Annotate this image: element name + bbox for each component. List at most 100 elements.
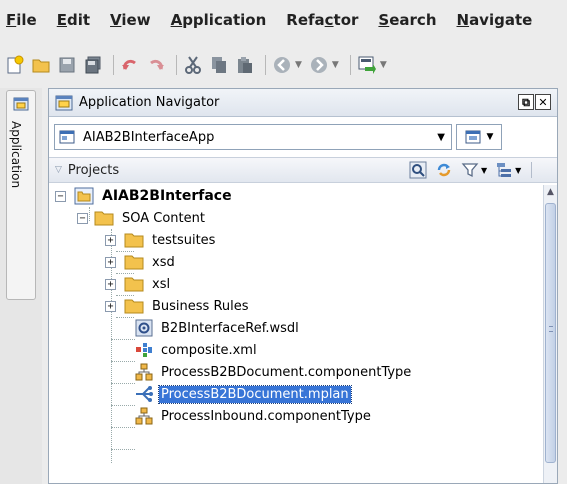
scroll-up-icon[interactable]: ▲ — [545, 187, 556, 199]
close-button[interactable]: ✕ — [535, 94, 551, 110]
menu-search[interactable]: Search — [378, 11, 436, 29]
tree-connector — [111, 427, 135, 428]
search-icon — [409, 161, 427, 179]
sql-worksheet-icon — [358, 56, 376, 74]
application-select[interactable]: AIAB2BInterfaceApp ▼ — [54, 124, 452, 150]
main-toolbar: ▼ ▼ ▼ — [0, 48, 567, 82]
back-dropdown-icon[interactable]: ▼ — [295, 60, 302, 70]
filter-dropdown-icon[interactable]: ▼ — [481, 166, 487, 175]
filter-button[interactable] — [461, 161, 479, 179]
tree-item-project[interactable]: − AIAB2BInterface — [55, 185, 234, 207]
collapse-arrow-icon: ▽ — [55, 165, 62, 175]
toolbar-separator — [349, 55, 351, 75]
save-button[interactable] — [56, 54, 78, 76]
sql-dropdown-icon[interactable]: ▼ — [380, 60, 387, 70]
back-button[interactable] — [271, 54, 293, 76]
menu-bar: File Edit View Application Refactor Sear… — [0, 0, 567, 40]
mplan-icon — [136, 386, 153, 402]
undo-icon — [122, 59, 136, 70]
tree-item-file[interactable]: B2BInterfaceRef.wsdl — [135, 317, 301, 339]
panel-title-bar: Application Navigator ⧉ ✕ — [49, 89, 557, 117]
toolbar-separator — [265, 55, 266, 75]
tree-item-folder[interactable]: + xsd — [105, 251, 177, 273]
menu-view[interactable]: View — [110, 11, 151, 29]
tree-item-file[interactable]: ProcessInbound.componentType — [135, 405, 373, 427]
menu-navigate[interactable]: Navigate — [457, 11, 533, 29]
expand-toggle[interactable]: + — [105, 256, 116, 268]
save-all-icon — [85, 56, 101, 74]
new-icon — [7, 55, 24, 74]
folder-icon — [124, 277, 144, 292]
menu-file[interactable]: File — [6, 11, 37, 29]
working-sets-dropdown-icon[interactable]: ▼ — [515, 166, 521, 175]
expand-toggle[interactable]: + — [105, 300, 116, 312]
tree-item-file[interactable]: composite.xml — [135, 339, 259, 361]
collapse-toggle[interactable]: − — [55, 190, 66, 202]
folder-icon — [124, 255, 144, 270]
paste-icon — [238, 57, 252, 73]
tab-application[interactable]: Application — [6, 90, 36, 300]
refresh-button[interactable] — [435, 161, 453, 179]
panel-title: Application Navigator — [79, 95, 220, 110]
redo-icon — [150, 59, 164, 70]
chevron-down-icon: ▼ — [486, 132, 494, 142]
menu-application[interactable]: Application — [171, 11, 267, 29]
collapse-toggle[interactable]: − — [77, 212, 88, 224]
application-name: AIAB2BInterfaceApp — [83, 129, 215, 145]
tree-item-label: B2BInterfaceRef.wsdl — [161, 320, 299, 336]
folder-icon — [124, 299, 144, 314]
sql-worksheet-button[interactable] — [356, 54, 378, 76]
tree-connector — [116, 317, 134, 318]
chevron-down-icon: ▼ — [437, 132, 445, 143]
menu-edit[interactable]: Edit — [57, 11, 90, 29]
redo-button[interactable] — [145, 54, 167, 76]
forward-button[interactable] — [308, 54, 330, 76]
scrollbar-thumb[interactable] — [545, 203, 556, 463]
undo-button[interactable] — [119, 54, 141, 76]
tree-item-folder[interactable]: + xsl — [105, 273, 172, 295]
restore-button[interactable]: ⧉ — [518, 94, 534, 110]
paste-button[interactable] — [234, 54, 256, 76]
tree-item-label: testsuites — [152, 232, 216, 248]
application-navigator-panel: Application Navigator ⧉ ✕ AIAB2BInterfac… — [48, 88, 558, 484]
expand-toggle[interactable]: + — [105, 278, 116, 290]
refresh-icon — [437, 163, 451, 177]
projects-label: Projects — [67, 162, 120, 178]
filter-icon — [461, 163, 479, 178]
save-all-button[interactable] — [82, 54, 104, 76]
forward-dropdown-icon[interactable]: ▼ — [332, 60, 339, 70]
tree-item-label: xsd — [152, 254, 175, 270]
tab-application-label: Application — [9, 121, 23, 189]
working-sets-button[interactable] — [495, 161, 513, 179]
project-properties-button[interactable] — [409, 161, 427, 179]
tree-item-file[interactable]: ProcessB2BDocument.componentType — [135, 361, 413, 383]
new-button[interactable] — [4, 54, 26, 76]
scrollbar-grip — [549, 326, 553, 332]
expand-toggle[interactable]: + — [105, 234, 116, 246]
tree-connector — [111, 361, 135, 362]
application-icon — [59, 130, 75, 144]
menu-refactor[interactable]: Refactor — [286, 11, 358, 29]
projects-toolbar: ▼ ▼ — [409, 161, 533, 179]
tree-item-folder[interactable]: + Business Rules — [105, 295, 251, 317]
tree-connector — [111, 339, 135, 340]
application-navigator-icon — [55, 95, 73, 110]
copy-button[interactable] — [208, 54, 230, 76]
tree-connector — [111, 383, 135, 384]
folder-icon — [94, 211, 114, 226]
tree-item-folder[interactable]: − SOA Content — [77, 207, 207, 229]
panel-window-controls: ⧉ ✕ — [517, 94, 551, 110]
tree-connector — [111, 405, 135, 406]
tree-connector — [111, 449, 135, 450]
application-menu-button[interactable]: ▼ — [456, 124, 502, 150]
tree-item-folder[interactable]: + testsuites — [105, 229, 217, 251]
tree-item-file-selected[interactable]: ProcessB2BDocument.mplan — [135, 383, 352, 405]
tree-vertical-scrollbar[interactable]: ▲ — [543, 185, 557, 483]
cut-button[interactable] — [182, 54, 204, 76]
tree-item-label: AIAB2BInterface — [102, 188, 232, 204]
forward-icon — [310, 57, 327, 73]
projects-accordion-header[interactable]: ▽ Projects ▼ ▼ — [49, 157, 557, 183]
tree-item-label: Business Rules — [152, 298, 249, 314]
tree-item-label: xsl — [152, 276, 171, 292]
open-button[interactable] — [30, 54, 52, 76]
